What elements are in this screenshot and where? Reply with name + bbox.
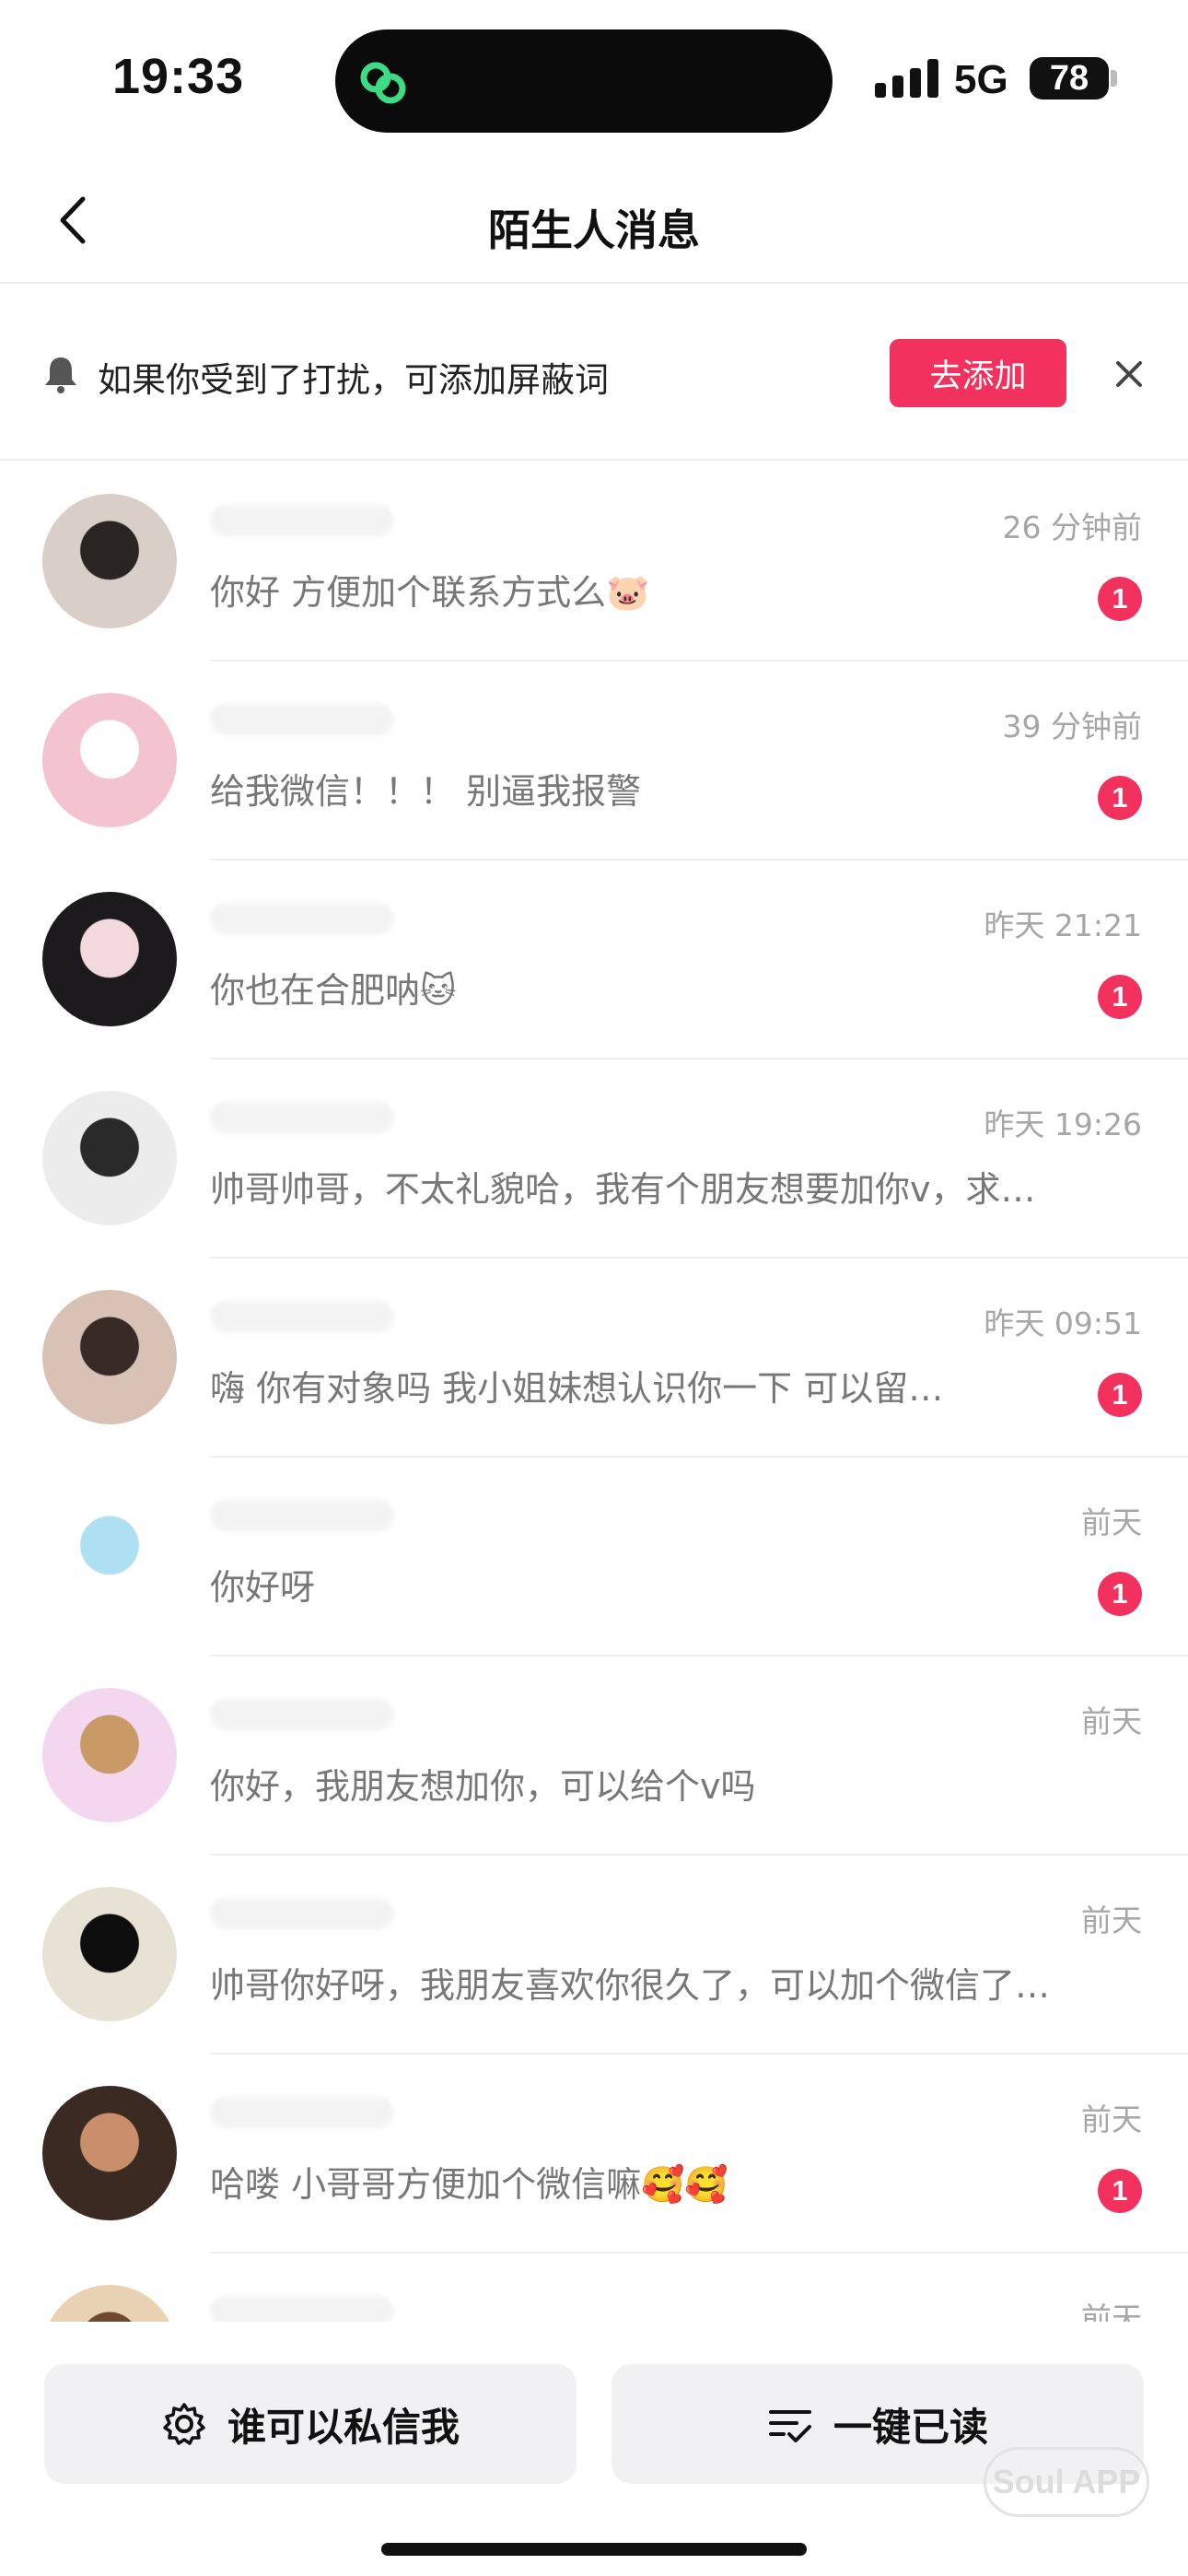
avatar[interactable]	[42, 1887, 177, 2021]
gear-icon	[163, 2403, 205, 2445]
battery-cap	[1111, 70, 1117, 87]
message-body: 昨天 21:21 你也在合肥呐🐱 1	[210, 861, 1188, 1060]
unread-badge: 1	[1098, 776, 1142, 820]
add-block-words-button[interactable]: 去添加	[890, 339, 1066, 407]
message-time: 前天	[1081, 2102, 1142, 2137]
avatar[interactable]	[42, 1489, 177, 1623]
message-body: 39 分钟前给我微信！！！ 别逼我报警 1	[210, 662, 1188, 861]
blurred-username	[210, 1500, 394, 1531]
bell-icon	[45, 357, 76, 393]
message-body: 前天你好，我朋友想加你，可以给个v吗	[210, 1657, 1188, 1856]
message-row[interactable]: 昨天 19:26 帅哥帅哥，不太礼貌哈，我有个朋友想要加你v，求…	[0, 1060, 1188, 1259]
unread-badge: 1	[1098, 975, 1142, 1019]
message-time: 前天	[1081, 1903, 1142, 1938]
battery-icon: 78	[1030, 57, 1109, 100]
message-preview: 给我微信！！！ 别逼我报警	[210, 771, 642, 812]
message-preview: 嗨 你有对象吗 我小姐妹想认识你一下 可以留…	[210, 1368, 944, 1409]
message-body: 前天你好呀 1	[210, 1458, 1188, 1657]
blurred-username	[210, 1102, 394, 1133]
message-row[interactable]: 26 分钟前你好 方便加个联系方式么🐷 1	[0, 463, 1188, 662]
unread-badge: 1	[1098, 577, 1142, 621]
message-time: 26 分钟前	[1002, 509, 1142, 545]
blurred-username	[210, 2097, 394, 2128]
page-title: 陌生人消息	[488, 205, 700, 255]
message-preview: 你好呀	[210, 1567, 316, 1608]
message-time: 前天	[1081, 1704, 1142, 1739]
message-time: 前天	[1081, 1505, 1142, 1540]
unread-badge: 1	[1098, 1572, 1142, 1616]
message-body: 前天 帅哥你好呀，我朋友喜欢你很久了，可以加个微信了…	[210, 1856, 1188, 2055]
message-row[interactable]: 昨天 21:21 你也在合肥呐🐱 1	[0, 861, 1188, 1060]
avatar[interactable]	[42, 693, 177, 827]
battery-level: 78	[1049, 58, 1089, 98]
message-row[interactable]: 昨天 09:51 嗨 你有对象吗 我小姐妹想认识你一下 可以留… 1	[0, 1259, 1188, 1458]
blurred-username	[210, 505, 394, 536]
message-preview: 你好，我朋友想加你，可以给个v吗	[210, 1766, 756, 1807]
message-list: 26 分钟前你好 方便加个联系方式么🐷 1 39 分钟前给我微信！！！ 别逼我报警 1…	[0, 463, 1188, 2453]
message-preview: 哈喽 小哥哥方便加个微信嘛🥰🥰	[210, 2164, 728, 2205]
message-body: 26 分钟前你好 方便加个联系方式么🐷 1	[210, 463, 1188, 662]
message-row[interactable]: 前天你好，我朋友想加你，可以给个v吗	[0, 1657, 1188, 1856]
message-time: 昨天 19:26	[984, 1107, 1142, 1142]
unread-badge: 1	[1098, 2169, 1142, 2213]
avatar[interactable]	[42, 892, 177, 1026]
avatar[interactable]	[42, 2086, 177, 2220]
app-activity-icon	[360, 62, 406, 104]
mark-all-read-label: 一键已读	[833, 2404, 988, 2450]
avatar[interactable]	[42, 494, 177, 628]
signal-icon	[875, 57, 938, 98]
home-indicator[interactable]	[381, 2543, 807, 2556]
who-can-message-button[interactable]: 谁可以私信我	[44, 2364, 577, 2484]
message-preview: 帅哥帅哥，不太礼貌哈，我有个朋友想要加你v，求…	[210, 1169, 1036, 1210]
blurred-username	[210, 1699, 394, 1730]
message-preview: 帅哥你好呀，我朋友喜欢你很久了，可以加个微信了…	[210, 1965, 1051, 2006]
avatar[interactable]	[42, 1091, 177, 1225]
blurred-username	[210, 903, 394, 934]
network-label: 5G	[954, 57, 1008, 102]
blurred-username	[210, 704, 394, 735]
list-check-icon	[768, 2410, 811, 2442]
who-can-message-label: 谁可以私信我	[227, 2404, 460, 2450]
block-words-notice: 如果你受到了打扰，可添加屏蔽词 去添加	[0, 286, 1188, 461]
message-body: 前天哈喽 小哥哥方便加个微信嘛🥰🥰 1	[210, 2055, 1188, 2254]
message-body: 昨天 09:51 嗨 你有对象吗 我小姐妹想认识你一下 可以留… 1	[210, 1259, 1188, 1458]
avatar[interactable]	[42, 1290, 177, 1424]
status-bar: 19:33 5G 78	[0, 0, 1188, 157]
message-row[interactable]: 前天哈喽 小哥哥方便加个微信嘛🥰🥰 1	[0, 2055, 1188, 2254]
unread-badge: 1	[1098, 1373, 1142, 1417]
message-preview: 你好 方便加个联系方式么🐷	[210, 572, 650, 613]
notice-text: 如果你受到了打扰，可添加屏蔽词	[98, 360, 609, 400]
soul-app-watermark: Soul APP	[984, 2447, 1149, 2517]
message-body: 昨天 19:26 帅哥帅哥，不太礼貌哈，我有个朋友想要加你v，求…	[210, 1060, 1188, 1259]
status-time: 19:33	[112, 49, 245, 104]
message-preview: 你也在合肥呐🐱	[210, 970, 457, 1011]
message-time: 昨天 21:21	[984, 907, 1142, 943]
avatar[interactable]	[42, 1688, 177, 1822]
close-icon[interactable]	[1111, 356, 1147, 392]
message-row[interactable]: 前天 帅哥你好呀，我朋友喜欢你很久了，可以加个微信了…	[0, 1856, 1188, 2055]
message-time: 昨天 09:51	[984, 1306, 1142, 1341]
message-row[interactable]: 前天你好呀 1	[0, 1458, 1188, 1657]
blurred-username	[210, 1898, 394, 1929]
nav-bar: 陌生人消息	[0, 157, 1188, 284]
message-row[interactable]: 39 分钟前给我微信！！！ 别逼我报警 1	[0, 662, 1188, 861]
blurred-username	[210, 1301, 394, 1332]
message-time: 39 分钟前	[1002, 708, 1142, 744]
